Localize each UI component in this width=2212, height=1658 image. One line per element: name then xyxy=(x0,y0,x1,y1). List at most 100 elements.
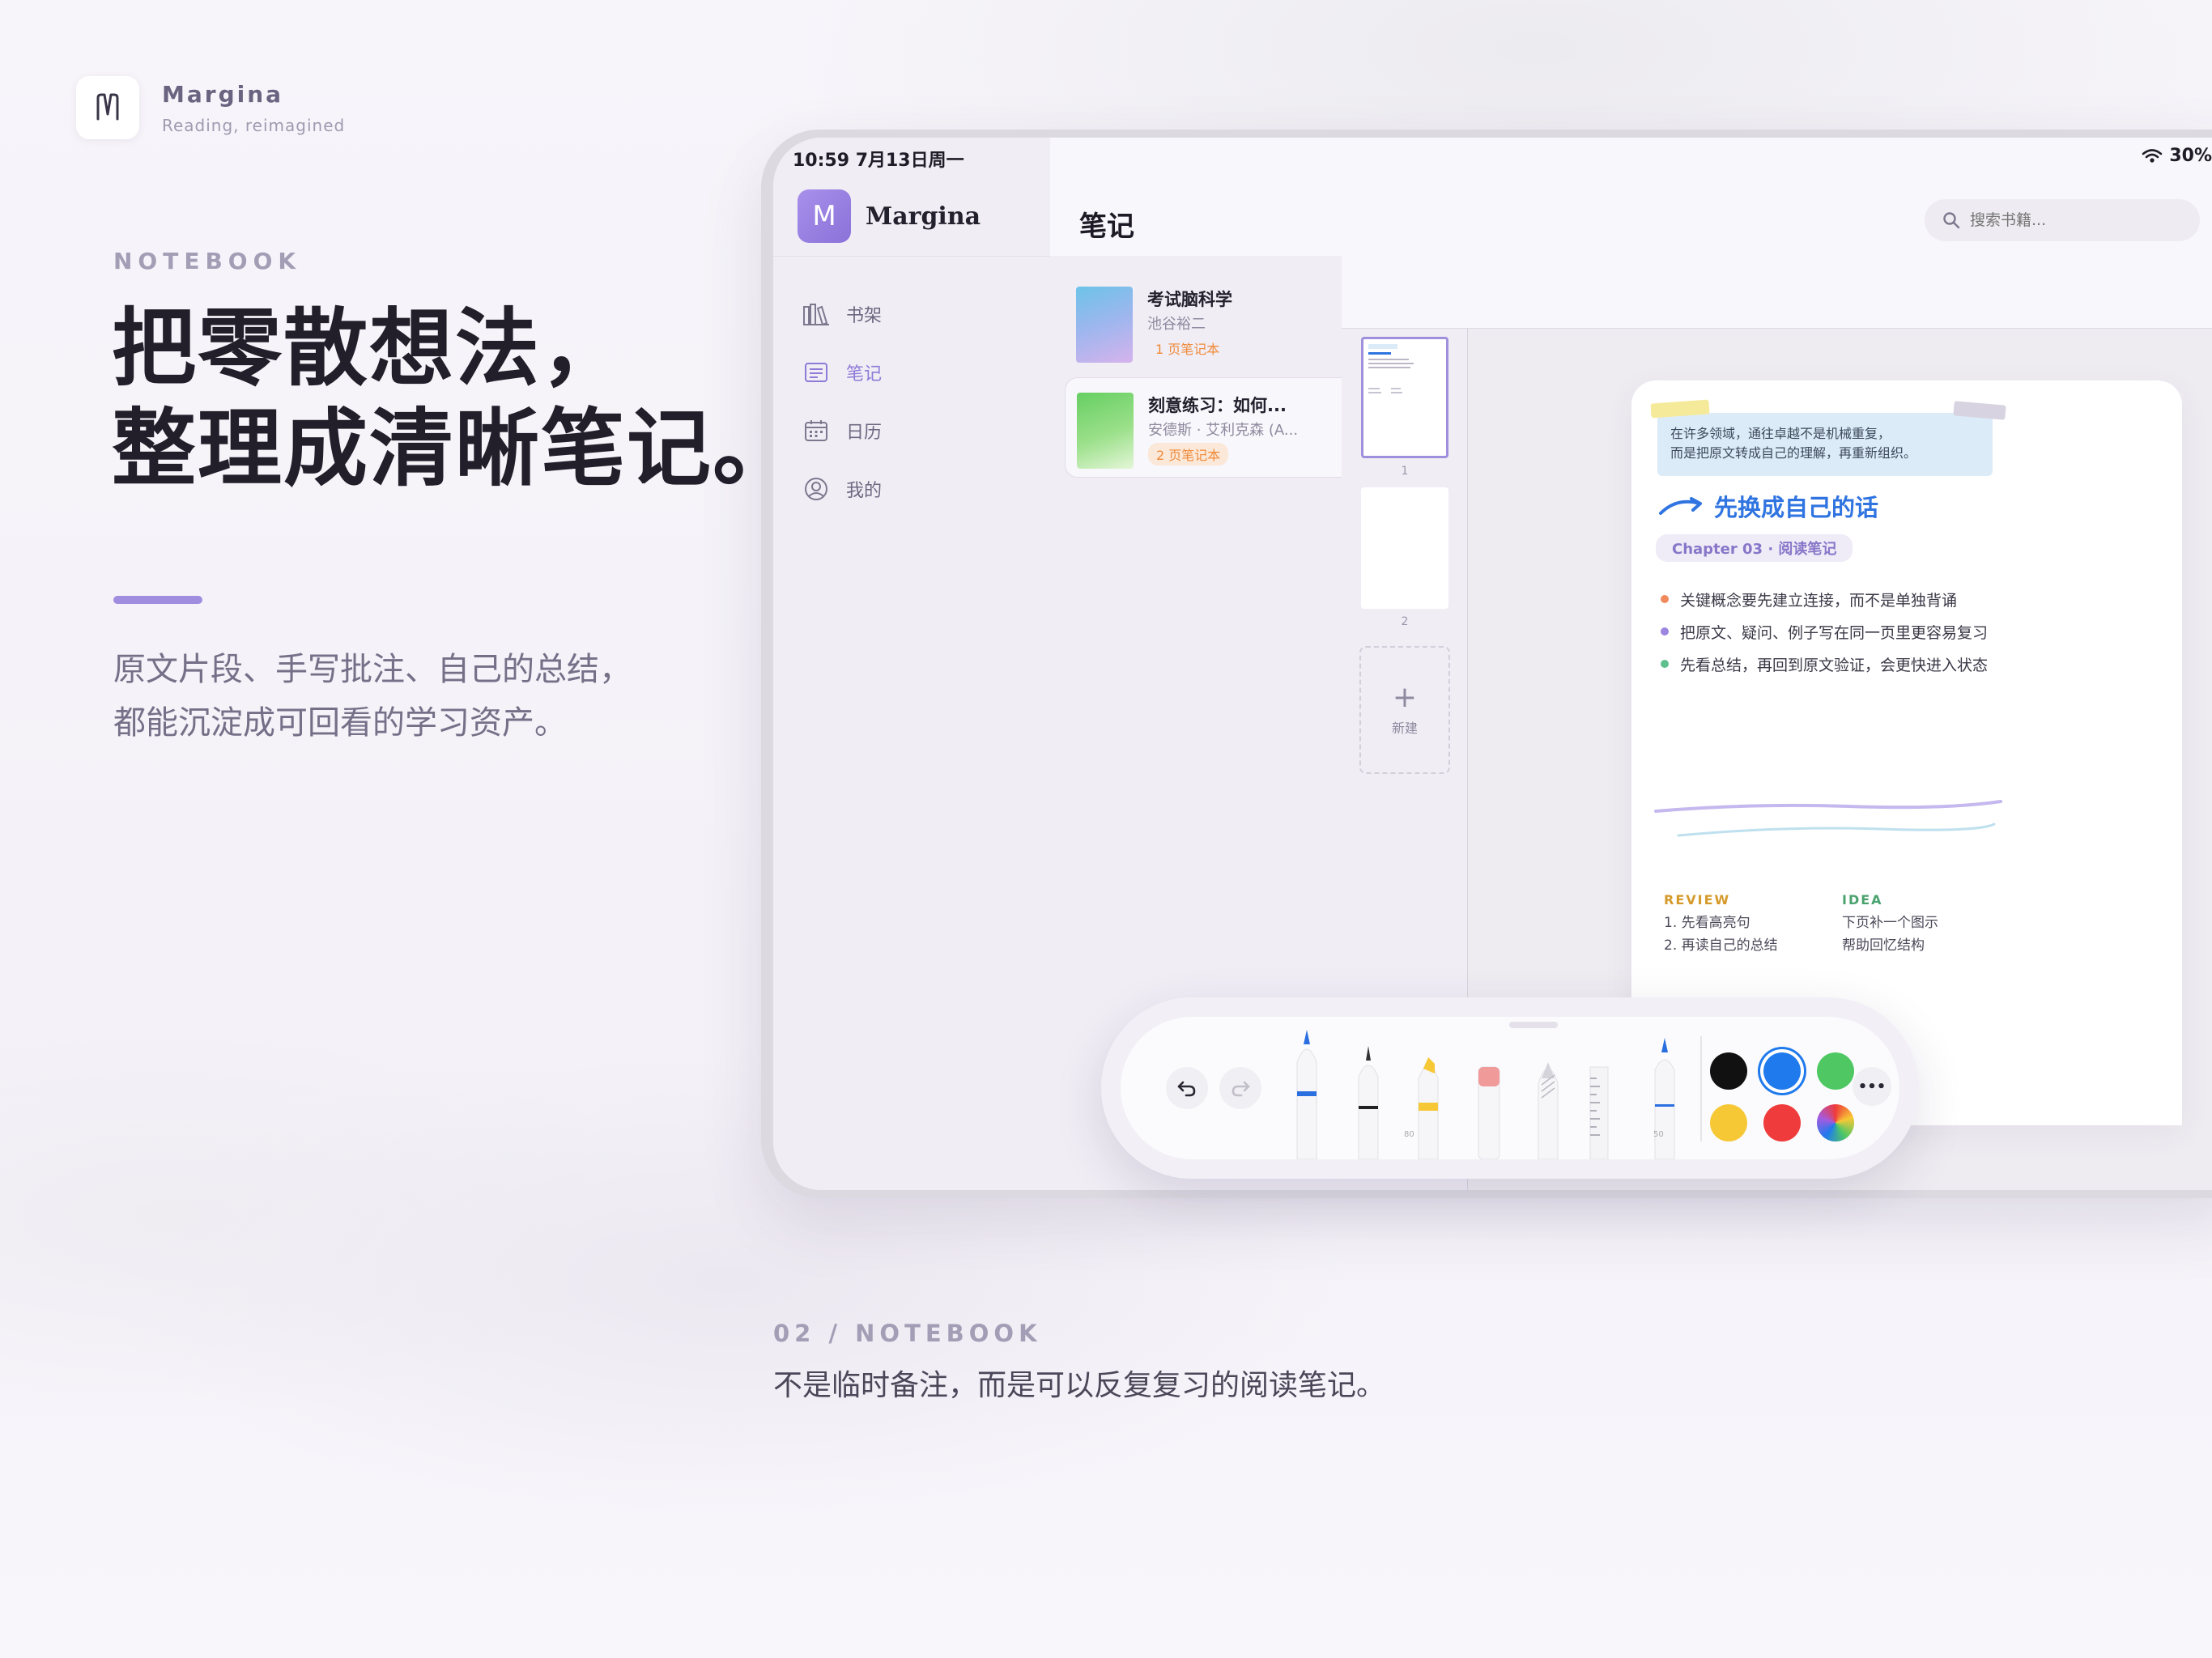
drawing-toolbar: 50 80 ••• xyxy=(1101,997,1919,1179)
caption-kicker: 02 / NOTEBOOK xyxy=(773,1320,1042,1347)
eraser-tool-icon xyxy=(1478,1066,1500,1159)
list-item: 关键概念要先建立连接，而不是单独背诵 xyxy=(1661,583,1988,615)
toolbar-separator xyxy=(1700,1036,1702,1141)
fountain-pen-tool-icon xyxy=(1654,1038,1675,1159)
new-page-label: 新建 xyxy=(1391,721,1418,736)
bullet-dot xyxy=(1661,595,1669,603)
bullet-dot xyxy=(1661,660,1669,668)
book-title: 考试脑科学 xyxy=(1147,290,1232,309)
subcopy-line-1: 原文片段、手写批注、自己的总结， xyxy=(113,651,632,688)
list-item: 把原文、疑问、例子写在同一页里更容易复习 xyxy=(1661,615,1988,648)
calendar-icon xyxy=(805,420,827,441)
marker-tool-icon xyxy=(1418,1057,1439,1159)
app-avatar: M xyxy=(798,189,851,243)
idea-section: IDEA 下页补一个图示 帮助回忆结构 xyxy=(1842,892,1938,953)
review-line: 2. 再读自己的总结 xyxy=(1664,937,1778,954)
brand-tagline: Reading, reimagined xyxy=(162,115,346,135)
status-time: 10:59 7月13日周一 xyxy=(793,151,964,171)
page-count-badge: 1 页笔记本 xyxy=(1155,342,1220,357)
book-author: 安德斯 · 艾利克森 (A... xyxy=(1148,422,1299,439)
redo-button[interactable] xyxy=(1219,1067,1261,1109)
page-title: 笔记 xyxy=(1079,210,1134,243)
quote-line: 在许多领域，通往卓越不是机械重复， xyxy=(1670,426,1891,441)
subcopy-line-2: 都能沉淀成可回看的学习资产。 xyxy=(113,704,567,742)
bullet-list: 关键概念要先建立连接，而不是单独背诵 把原文、疑问、例子写在同一页里更容易复习 … xyxy=(1661,583,1988,680)
sidebar-divider xyxy=(773,256,1050,257)
fineliner-tool-icon xyxy=(1358,1046,1379,1159)
pen-tool-icon xyxy=(1296,1030,1317,1159)
wifi-icon xyxy=(2142,148,2163,163)
page-number: 1 xyxy=(1401,465,1409,478)
color-blue-swatch[interactable] xyxy=(1763,1052,1801,1090)
book-cover xyxy=(1077,393,1134,469)
notebook-card-selected[interactable]: 刻意练习：如何... 安德斯 · 艾利克森 (A... 2 页笔记本 › xyxy=(1065,377,1361,478)
bullet-text: 关键概念要先建立连接，而不是单独背诵 xyxy=(1680,591,1958,610)
notebook-card[interactable]: 考试脑科学 池谷裕二 1 页笔记本 xyxy=(1065,272,1361,372)
more-options-button[interactable]: ••• xyxy=(1853,1067,1891,1106)
sidebar-item-label: 笔记 xyxy=(846,364,883,385)
accent-divider xyxy=(113,596,202,604)
color-black-swatch[interactable] xyxy=(1710,1052,1747,1090)
note-heading-text: 先换成自己的话 xyxy=(1714,494,1879,521)
search-bar[interactable] xyxy=(1925,199,2200,241)
color-green-swatch[interactable] xyxy=(1817,1052,1854,1090)
sidebar-item-label: 书架 xyxy=(846,306,883,326)
sidebar-app-name: Margina xyxy=(866,202,981,231)
fountain-size-label: 50 xyxy=(1653,1130,1664,1139)
quote-excerpt: 在许多领域，通往卓越不是机械重复， 而是把原文转成自己的理解，再重新组织。 xyxy=(1657,413,1993,476)
search-icon xyxy=(1943,212,1960,229)
color-wheel-swatch[interactable] xyxy=(1817,1104,1854,1141)
brand: Margina Reading, reimagined xyxy=(76,76,345,139)
drawing-toolbar-inner: 50 80 ••• xyxy=(1121,1017,1899,1159)
bookshelf-icon xyxy=(803,304,829,326)
status-right: 30% xyxy=(2142,146,2212,166)
book-author: 池谷裕二 xyxy=(1147,316,1206,333)
review-line: 1. 先看高亮句 xyxy=(1664,915,1750,931)
subcopy: 原文片段、手写批注、自己的总结， 都能沉淀成可回看的学习资产。 xyxy=(113,643,632,750)
sidebar-item-calendar[interactable]: 日历 xyxy=(802,402,882,460)
brand-name: Margina xyxy=(162,80,284,108)
sidebar-item-label: 日历 xyxy=(846,423,883,443)
sidebar-item-profile[interactable]: 我的 xyxy=(802,460,882,518)
ruler-tool-icon xyxy=(1589,1066,1609,1159)
book-cover xyxy=(1076,287,1133,363)
search-input[interactable] xyxy=(1970,211,2180,229)
sidebar-brand[interactable]: M Margina xyxy=(798,189,981,243)
sidebar-item-bookshelf[interactable]: 书架 xyxy=(802,285,882,343)
more-icon: ••• xyxy=(1857,1078,1887,1095)
idea-label: IDEA xyxy=(1842,892,1883,908)
page-thumbnail[interactable] xyxy=(1361,337,1448,458)
thumbnail-preview xyxy=(1368,344,1414,393)
redo-icon xyxy=(1231,1081,1250,1097)
sidebar-item-notes[interactable]: 笔记 xyxy=(802,343,882,402)
color-red-swatch[interactable] xyxy=(1763,1104,1801,1141)
page-count-badge: 2 页笔记本 xyxy=(1148,443,1229,466)
notebook-icon xyxy=(805,363,827,382)
review-section: REVIEW 1. 先看高亮句 2. 再读自己的总结 xyxy=(1664,892,1778,953)
bullet-text: 先看总结，再回到原文验证，会更快进入状态 xyxy=(1680,656,1989,674)
headline-line-1: 把零散想法， xyxy=(112,299,627,397)
book-title: 刻意练习：如何... xyxy=(1148,396,1287,415)
arrow-scribble-icon xyxy=(1659,497,1702,515)
idea-line: 帮助回忆结构 xyxy=(1842,937,1925,954)
undo-button[interactable] xyxy=(1166,1067,1208,1109)
section-eyebrow: NOTEBOOK xyxy=(113,248,302,274)
plus-icon: + xyxy=(1392,681,1418,714)
bullet-dot xyxy=(1661,627,1669,636)
pen-tray xyxy=(1296,1030,1609,1159)
new-page-button[interactable]: + 新建 xyxy=(1359,646,1450,774)
page-thumbnail[interactable] xyxy=(1361,487,1448,609)
idea-line: 下页补一个图示 xyxy=(1842,915,1938,931)
undo-icon xyxy=(1177,1081,1196,1097)
fountain-pen-tray xyxy=(1654,1038,1675,1159)
marker-size-label: 80 xyxy=(1404,1130,1414,1139)
sidebar: 10:59 7月13日周一 M Margina 书架 笔记 日历 我的 xyxy=(773,138,1050,1190)
profile-icon xyxy=(805,478,827,500)
review-label: REVIEW xyxy=(1664,892,1731,908)
quote-line: 而是把原文转成自己的理解，再重新组织。 xyxy=(1670,445,1917,461)
brand-logo-icon xyxy=(76,76,139,139)
color-yellow-swatch[interactable] xyxy=(1710,1104,1747,1141)
note-heading: 先换成自己的话 xyxy=(1657,489,1878,523)
headline: 把零散想法， 整理成清晰笔记。 xyxy=(112,298,798,499)
headline-line-2: 整理成清晰笔记。 xyxy=(112,399,799,498)
